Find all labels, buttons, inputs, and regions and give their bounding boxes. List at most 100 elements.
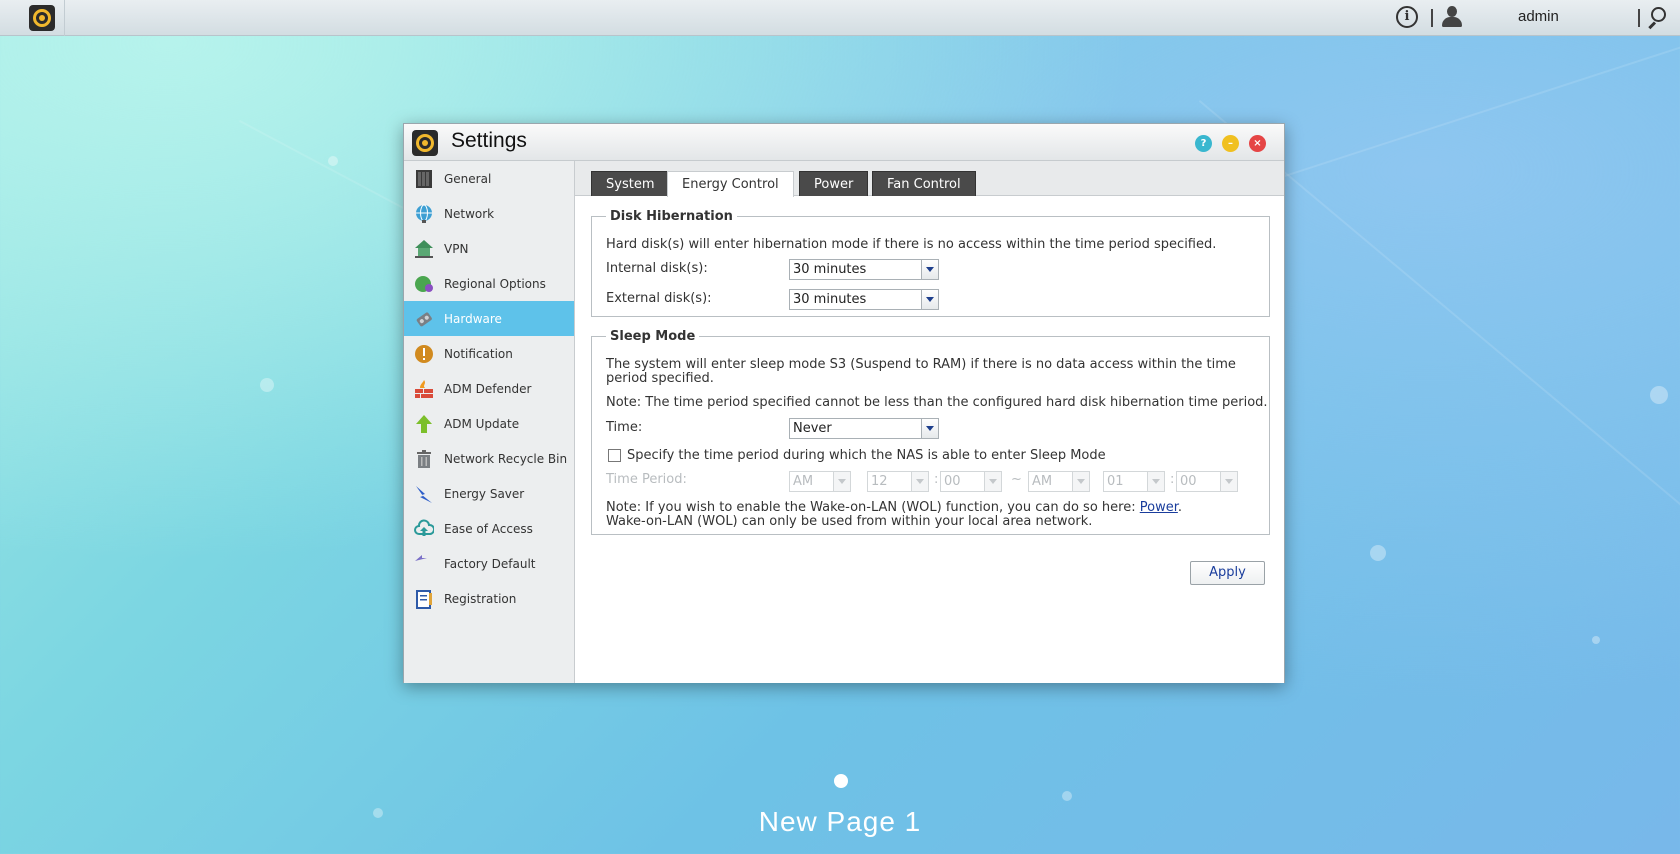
sidebar-item-label: Factory Default bbox=[444, 556, 536, 571]
external-disk-select[interactable]: 30 minutes bbox=[789, 289, 939, 310]
start-hour-select[interactable]: 12 bbox=[867, 471, 929, 492]
sidebar-item-label: ADM Update bbox=[444, 416, 520, 431]
sidebar-item-label: Registration bbox=[444, 591, 517, 606]
vpn-house-icon bbox=[414, 239, 434, 259]
tab-bar: System Energy Control Power Fan Control bbox=[575, 161, 1284, 197]
undo-arrow-icon bbox=[414, 554, 434, 574]
taskbar-divider bbox=[64, 0, 65, 36]
background-bokeh bbox=[1062, 791, 1072, 801]
chevron-down-icon bbox=[911, 472, 928, 491]
sidebar-item-network-recycle-bin[interactable]: Network Recycle Bin bbox=[404, 441, 574, 476]
sidebar-item-regional-options[interactable]: Regional Options bbox=[404, 266, 574, 301]
internal-disk-label: Internal disk(s): bbox=[606, 261, 708, 276]
trash-bin-icon bbox=[414, 449, 434, 469]
sleep-mode-note: Note: The time period specified cannot b… bbox=[606, 395, 1268, 410]
sidebar-item-ease-of-access[interactable]: Ease of Access bbox=[404, 511, 574, 546]
wol-note-period: . bbox=[1177, 500, 1182, 515]
background-bokeh bbox=[1370, 545, 1386, 561]
chevron-down-icon[interactable] bbox=[921, 290, 938, 309]
tab-power[interactable]: Power bbox=[799, 171, 869, 196]
start-ampm-value: AM bbox=[793, 474, 814, 489]
sidebar-item-label: Notification bbox=[444, 346, 513, 361]
minimize-button[interactable]: – bbox=[1222, 135, 1239, 152]
tab-energy-control[interactable]: Energy Control bbox=[667, 171, 794, 197]
specify-period-checkbox[interactable] bbox=[608, 449, 621, 462]
end-ampm-select[interactable]: AM bbox=[1028, 471, 1090, 492]
sidebar-item-label: General bbox=[444, 171, 492, 186]
user-icon[interactable] bbox=[1441, 5, 1463, 29]
wol-note-line2: Wake-on-LAN (WOL) can only be used from … bbox=[606, 514, 1093, 529]
chevron-down-icon[interactable] bbox=[921, 260, 938, 279]
info-icon[interactable]: i bbox=[1396, 6, 1418, 28]
settings-sidebar: General Network VPN Regional Options Har… bbox=[404, 161, 575, 683]
sidebar-item-factory-default[interactable]: Factory Default bbox=[404, 546, 574, 581]
exclamation-icon bbox=[414, 344, 434, 364]
close-button[interactable]: × bbox=[1249, 135, 1266, 152]
sidebar-item-label: Regional Options bbox=[444, 276, 546, 291]
sidebar-item-hardware[interactable]: Hardware bbox=[404, 301, 574, 336]
end-hour-select[interactable]: 01 bbox=[1103, 471, 1165, 492]
specify-period-label[interactable]: Specify the time period during which the… bbox=[627, 448, 1106, 463]
start-ampm-select[interactable]: AM bbox=[789, 471, 851, 492]
settings-app-launcher-icon[interactable] bbox=[29, 5, 55, 31]
sidebar-item-label: Hardware bbox=[444, 311, 502, 326]
sidebar-item-label: Energy Saver bbox=[444, 486, 525, 501]
internal-disk-select[interactable]: 30 minutes bbox=[789, 259, 939, 280]
hardware-chip-icon bbox=[414, 309, 434, 329]
globe-pin-icon bbox=[414, 274, 434, 294]
sleep-mode-description-line1: The system will enter sleep mode S3 (Sus… bbox=[606, 357, 1236, 372]
sleep-mode-description-line2: period specified. bbox=[606, 371, 714, 386]
time-colon: : bbox=[1170, 472, 1175, 487]
background-bokeh bbox=[1592, 636, 1600, 644]
sidebar-item-label: ADM Defender bbox=[444, 381, 532, 396]
time-colon: : bbox=[934, 472, 939, 487]
sidebar-item-label: VPN bbox=[444, 241, 469, 256]
sidebar-item-general[interactable]: General bbox=[404, 161, 574, 196]
search-icon[interactable] bbox=[1645, 6, 1669, 30]
disk-hibernation-legend: Disk Hibernation bbox=[610, 209, 733, 224]
sidebar-item-adm-defender[interactable]: ADM Defender bbox=[404, 371, 574, 406]
sidebar-item-network[interactable]: Network bbox=[404, 196, 574, 231]
wol-note-text: Note: If you wish to enable the Wake-on-… bbox=[606, 500, 1140, 515]
chevron-down-icon bbox=[1072, 472, 1089, 491]
clipboard-icon bbox=[414, 589, 434, 609]
chevron-down-icon bbox=[1147, 472, 1164, 491]
help-button[interactable]: ? bbox=[1195, 135, 1212, 152]
internal-disk-value: 30 minutes bbox=[793, 262, 867, 277]
sleep-time-value: Never bbox=[793, 421, 832, 436]
tab-system[interactable]: System bbox=[591, 171, 670, 196]
page-indicator-dot[interactable] bbox=[834, 774, 848, 788]
sidebar-item-notification[interactable]: Notification bbox=[404, 336, 574, 371]
sidebar-item-adm-update[interactable]: ADM Update bbox=[404, 406, 574, 441]
end-hour-value: 01 bbox=[1107, 474, 1124, 489]
end-minute-select[interactable]: 00 bbox=[1176, 471, 1238, 492]
username-label[interactable]: admin bbox=[1518, 8, 1559, 25]
window-title-bar[interactable]: Settings ? – × bbox=[404, 124, 1284, 161]
power-link[interactable]: Power bbox=[1140, 500, 1178, 515]
window-title: Settings bbox=[451, 129, 527, 152]
settings-window: Settings ? – × General Network VPN Regio… bbox=[403, 123, 1285, 683]
sidebar-item-label: Ease of Access bbox=[444, 521, 533, 536]
settings-content: System Energy Control Power Fan Control … bbox=[575, 161, 1284, 683]
external-disk-value: 30 minutes bbox=[793, 292, 867, 307]
apply-button[interactable]: Apply bbox=[1190, 561, 1265, 585]
start-minute-value: 00 bbox=[944, 474, 961, 489]
top-taskbar: i admin bbox=[0, 0, 1680, 36]
start-minute-select[interactable]: 00 bbox=[940, 471, 1002, 492]
lightning-icon bbox=[414, 484, 434, 504]
tab-fan-control[interactable]: Fan Control bbox=[872, 171, 976, 196]
period-separator: ~ bbox=[1011, 472, 1022, 487]
sidebar-item-energy-saver[interactable]: Energy Saver bbox=[404, 476, 574, 511]
end-minute-value: 00 bbox=[1180, 474, 1197, 489]
background-bokeh bbox=[260, 378, 274, 392]
cloud-upload-icon bbox=[414, 518, 436, 539]
background-bokeh bbox=[1650, 386, 1668, 404]
sidebar-item-vpn[interactable]: VPN bbox=[404, 231, 574, 266]
chevron-down-icon bbox=[984, 472, 1001, 491]
background-bokeh bbox=[328, 156, 338, 166]
sidebar-item-registration[interactable]: Registration bbox=[404, 581, 574, 616]
taskbar-divider bbox=[1431, 9, 1433, 27]
globe-icon bbox=[414, 204, 434, 224]
chevron-down-icon[interactable] bbox=[921, 419, 938, 438]
sleep-time-select[interactable]: Never bbox=[789, 418, 939, 439]
